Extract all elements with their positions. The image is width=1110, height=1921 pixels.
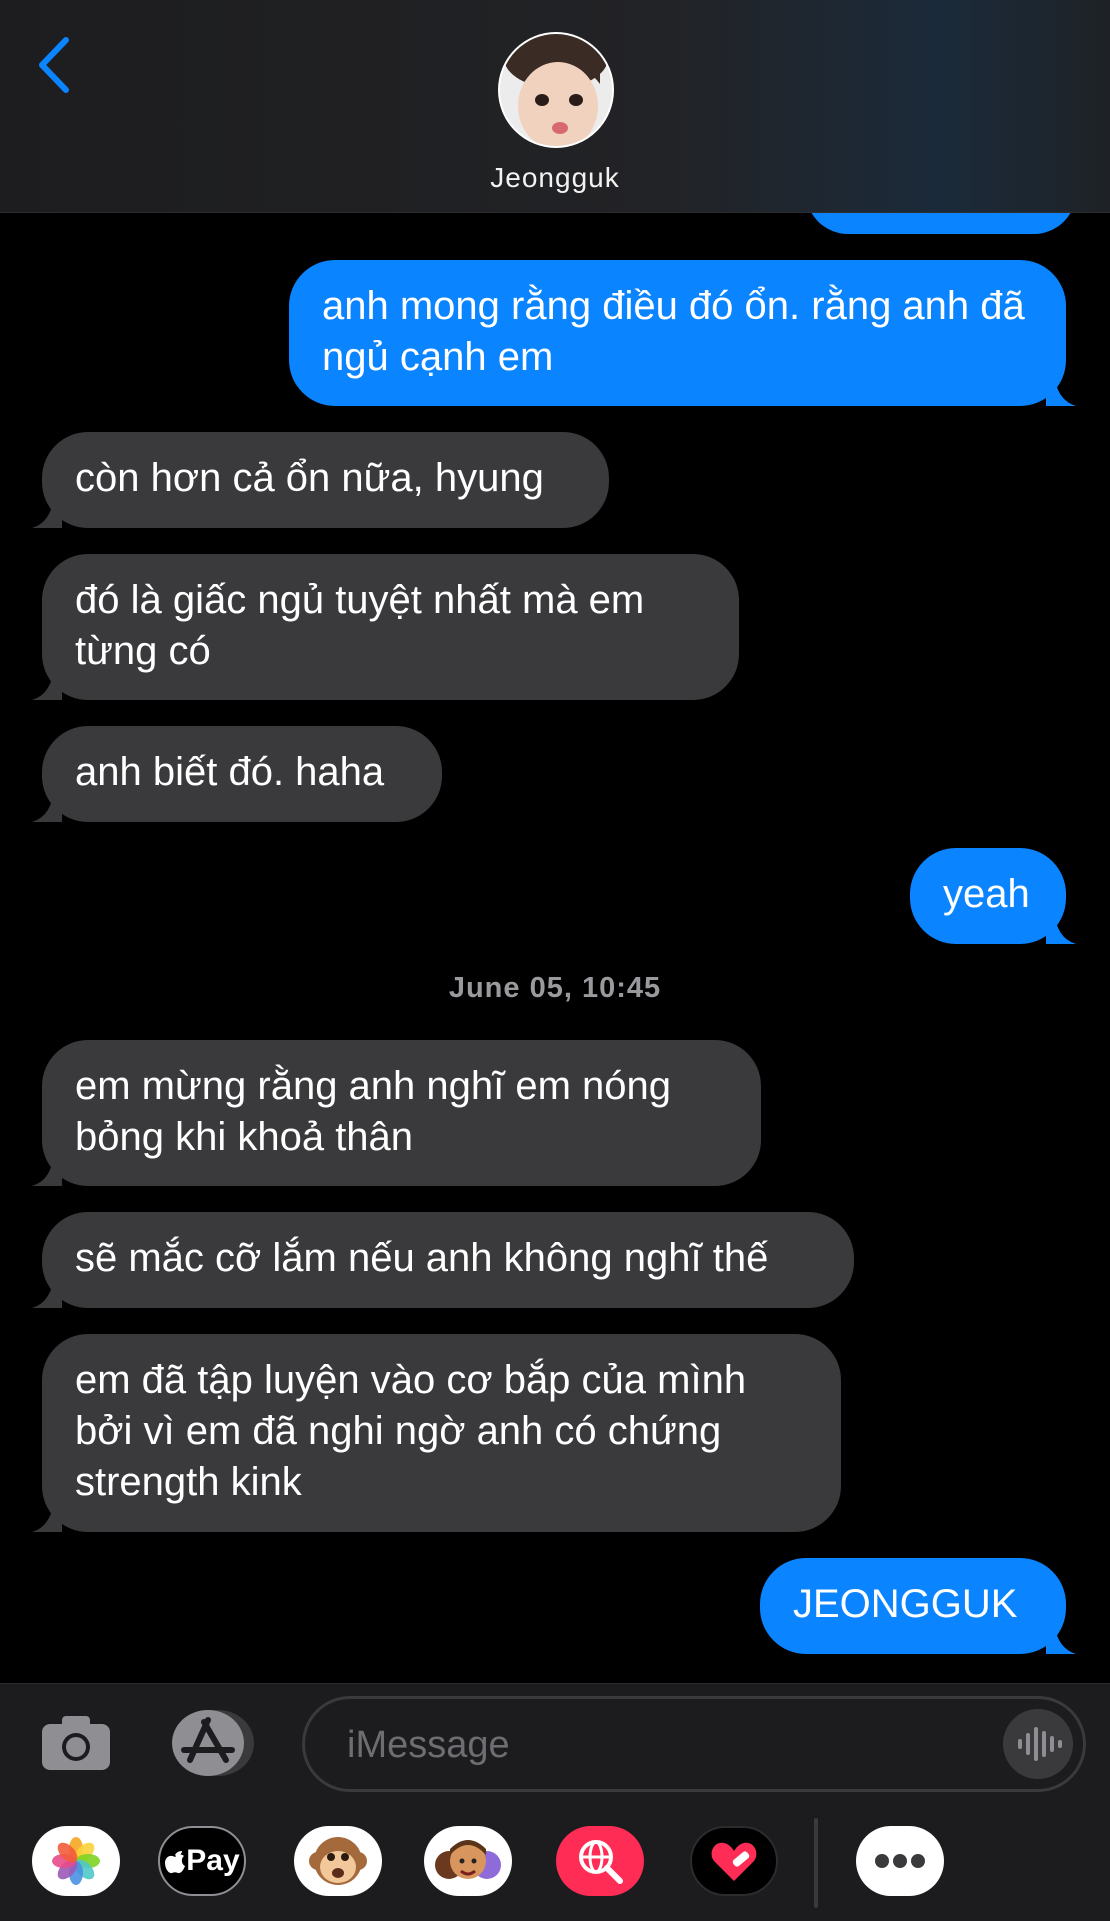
app-store-icon[interactable] — [168, 1708, 256, 1778]
message-text: em đã tập luyện vào cơ bắp của mình bởi … — [75, 1358, 747, 1504]
back-chevron-icon[interactable] — [34, 34, 74, 96]
bubble-tail — [32, 1274, 62, 1308]
message-text: yeah — [943, 872, 1030, 916]
web-search-button[interactable] — [556, 1826, 644, 1896]
message-text: anh mong rằng điều đó ổn. rằng anh đã ng… — [322, 284, 1025, 379]
message-text: JEONGGUK — [793, 1582, 1018, 1626]
digital-touch-button[interactable] — [690, 1826, 778, 1896]
globe-search-icon — [579, 1840, 623, 1884]
message-bubble-outgoing[interactable]: yeah — [910, 848, 1076, 944]
avatar-photo — [500, 34, 612, 146]
more-icon — [875, 1854, 925, 1868]
message-timestamp: June 05, 10:45 — [448, 972, 662, 1004]
audio-message-icon[interactable] — [1003, 1709, 1073, 1779]
message-bubble-incoming[interactable]: đó là giấc ngủ tuyệt nhất mà em từng có — [32, 554, 739, 700]
message-input[interactable] — [345, 1719, 949, 1771]
apple-pay-label: Pay — [186, 1844, 240, 1877]
message-bubble-incoming[interactable]: em mừng rằng anh nghĩ em nóng bỏng khi k… — [32, 1040, 761, 1186]
photos-icon — [52, 1837, 100, 1885]
bubble-tail — [32, 666, 62, 700]
apple-pay-button[interactable]: Pay — [158, 1826, 246, 1896]
monkey-icon — [309, 1837, 367, 1885]
drawer-divider — [814, 1818, 818, 1908]
contact-avatar[interactable] — [498, 32, 614, 148]
memoji-button[interactable] — [424, 1826, 512, 1896]
bubble-tail — [32, 788, 62, 822]
message-text: đó là giấc ngủ tuyệt nhất mà em từng có — [75, 578, 645, 673]
more-apps-button[interactable] — [856, 1826, 944, 1896]
message-bubble-incoming[interactable]: sẽ mắc cỡ lắm nếu anh không nghĩ thế — [32, 1212, 854, 1308]
message-text: còn hơn cả ổn nữa, hyung — [75, 456, 544, 500]
message-bubble-incoming[interactable]: em đã tập luyện vào cơ bắp của mình bởi … — [32, 1334, 841, 1532]
message-text: em mừng rằng anh nghĩ em nóng bỏng khi k… — [75, 1064, 672, 1159]
photos-app-button[interactable] — [32, 1826, 120, 1896]
message-bubble-incoming[interactable]: anh biết đó. haha — [32, 726, 442, 822]
message-bubble-outgoing[interactable]: anh mong rằng điều đó ổn. rằng anh đã ng… — [289, 260, 1076, 406]
bubble-tail — [32, 494, 62, 528]
camera-icon[interactable] — [40, 1712, 112, 1772]
heart-touch-icon — [711, 1842, 757, 1881]
apple-logo-icon — [165, 1851, 186, 1874]
message-bubble-incoming[interactable]: còn hơn cả ổn nữa, hyung — [32, 432, 609, 528]
bubble-tail — [32, 1152, 62, 1186]
bubble-tail — [1046, 1620, 1076, 1654]
message-text: anh biết đó. haha — [75, 750, 385, 794]
memoji-icon — [435, 1840, 501, 1879]
message-text: sẽ mắc cỡ lắm nếu anh không nghĩ thế — [75, 1236, 769, 1280]
conversation-header: Jeongguk — [0, 0, 1110, 213]
composer-bar: Pay — [0, 1683, 1110, 1921]
bubble-tail — [1046, 372, 1076, 406]
message-bubble-outgoing[interactable]: JEONGGUK — [760, 1558, 1076, 1654]
bubble-tail — [32, 1498, 62, 1532]
message-field[interactable] — [302, 1696, 1086, 1792]
bubble-tail — [1046, 910, 1076, 944]
contact-name[interactable]: Jeongguk — [0, 162, 1110, 194]
app-drawer: Pay — [0, 1818, 1110, 1908]
animoji-button[interactable] — [294, 1826, 382, 1896]
